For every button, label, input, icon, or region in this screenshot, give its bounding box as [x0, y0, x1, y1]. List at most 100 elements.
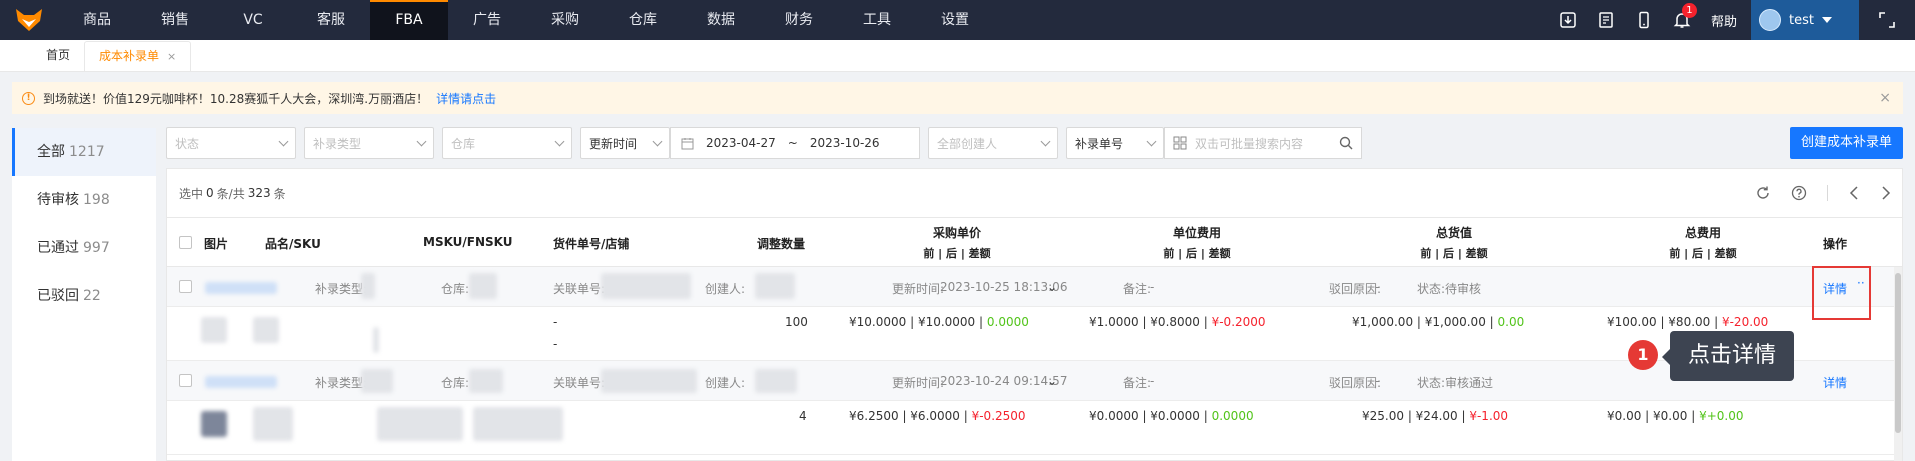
search-icon[interactable]: [1339, 136, 1353, 150]
nav-item-vc[interactable]: VC: [214, 0, 292, 40]
time-field-select[interactable]: 更新时间: [580, 127, 670, 159]
sidebar-item-pending[interactable]: 待审核 198: [12, 176, 156, 224]
tab-cost-supplement[interactable]: 成本补录单 ×: [84, 41, 192, 71]
notice-link[interactable]: 详情请点击: [436, 90, 496, 107]
status-badge: 待审核: [1445, 282, 1482, 296]
record-group-header: 补录类型: 仓库: 关联单号: 创建人: 更新时间: 2023-10-25 18…: [167, 267, 1902, 307]
creator-select[interactable]: 全部创建人: [928, 127, 1058, 159]
notice-text: 到场就送！价值129元咖啡杯！10.28赛狐千人大会，深圳湾.万丽酒店！: [43, 91, 429, 106]
nav-item-tools[interactable]: 工具: [838, 0, 916, 40]
task-list-icon[interactable]: [1587, 0, 1625, 40]
col-total-value: 总货值前 | 后 | 差额: [1354, 224, 1554, 261]
product-image: [201, 317, 227, 343]
help-circle-icon[interactable]: [1791, 185, 1807, 201]
chevron-down-icon[interactable]: ⌄: [1047, 374, 1057, 388]
nav-item-data[interactable]: 数据: [682, 0, 760, 40]
unit-cost-values: ¥1.0000 | ¥0.8000 | ¥-0.2000: [1089, 315, 1266, 329]
chevron-right-icon[interactable]: [1880, 186, 1892, 200]
warehouse-select[interactable]: 仓库: [442, 127, 572, 159]
sidebar-item-rejected[interactable]: 已驳回 22: [12, 272, 156, 320]
batch-grid-icon[interactable]: [1173, 136, 1187, 150]
nav-item-service[interactable]: 客服: [292, 0, 370, 40]
scrollbar-thumb[interactable]: [1895, 273, 1901, 433]
cost-after: ¥0.00: [1653, 409, 1688, 423]
user-menu[interactable]: test: [1751, 0, 1859, 40]
note-value: -: [1150, 374, 1155, 388]
store-value: -: [553, 337, 558, 351]
nav-item-finance[interactable]: 财务: [760, 0, 838, 40]
adjust-qty: 100: [785, 315, 808, 329]
nav-item-purchase[interactable]: 采购: [526, 0, 604, 40]
mobile-icon[interactable]: [1625, 0, 1663, 40]
refresh-icon[interactable]: [1755, 185, 1771, 201]
redacted-value: [755, 273, 795, 299]
sidebar-item-label: 待审核: [37, 192, 79, 208]
sidebar-item-label: 已通过: [37, 240, 79, 256]
help-link[interactable]: 帮助: [1701, 11, 1751, 30]
nav-item-settings[interactable]: 设置: [916, 0, 994, 40]
create-cost-supplement-button[interactable]: 创建成本补录单: [1790, 127, 1903, 159]
nav-item-ads[interactable]: 广告: [448, 0, 526, 40]
unit-before: ¥1.0000: [1089, 315, 1139, 329]
note-value: -: [1150, 280, 1155, 294]
search-field-value: 补录单号: [1075, 136, 1124, 151]
unit-before: ¥0.0000: [1089, 409, 1139, 423]
type-select[interactable]: 补录类型: [304, 127, 434, 159]
ref-label: 关联单号:: [553, 282, 606, 296]
fox-logo-icon[interactable]: [0, 0, 58, 40]
date-separator: ~: [787, 136, 798, 150]
total-value-values: ¥25.00 | ¥24.00 | ¥-1.00: [1362, 409, 1509, 423]
note-label: 备注:: [1123, 376, 1152, 390]
filter-bar: 状态 补录类型 仓库 更新时间 2023-04-27 ~ 2023-10-26 …: [166, 127, 1362, 159]
purchase-after: ¥6.0000: [910, 409, 960, 423]
top-nav: 商品 销售 VC 客服 FBA 广告 采购 仓库 数据 财务 工具 设置 1 帮…: [0, 0, 1915, 40]
close-icon[interactable]: ×: [1879, 90, 1891, 106]
type-label: 补录类型:: [315, 376, 368, 390]
col-shipment-store: 货件单号/店铺: [553, 237, 630, 251]
redacted-value: [601, 369, 697, 393]
selection-summary: 选中 0 条/共 323 条: [167, 169, 1902, 217]
bell-icon[interactable]: 1: [1663, 0, 1701, 40]
status-badge: 审核通过: [1445, 376, 1494, 390]
vertical-scrollbar[interactable]: [1894, 267, 1902, 461]
total-cost-values: ¥0.00 | ¥0.00 | ¥+0.00: [1607, 409, 1744, 423]
chevron-left-icon[interactable]: [1848, 186, 1860, 200]
row-checkbox[interactable]: [179, 280, 192, 293]
col-actions: 操作: [1823, 237, 1848, 251]
search-input[interactable]: 双击可批量搜索内容: [1164, 127, 1362, 159]
chevron-down-icon: [416, 136, 427, 146]
nav-item-warehouse[interactable]: 仓库: [604, 0, 682, 40]
close-icon[interactable]: ×: [167, 50, 176, 63]
status-select[interactable]: 状态: [166, 127, 296, 159]
purchase-diff: ¥-0.2500: [971, 409, 1026, 423]
download-icon[interactable]: [1549, 0, 1587, 40]
user-name: test: [1789, 12, 1814, 28]
note-label: 备注:: [1123, 282, 1152, 296]
nav-item-sales[interactable]: 销售: [136, 0, 214, 40]
nav-item-products[interactable]: 商品: [58, 0, 136, 40]
warehouse-label: 仓库:: [441, 282, 470, 296]
sidebar-item-all[interactable]: 全部 1217: [12, 128, 156, 176]
nav-item-fba[interactable]: FBA: [370, 0, 448, 40]
purchase-before: ¥6.2500: [849, 409, 899, 423]
search-field-select[interactable]: 补录单号: [1066, 127, 1164, 159]
cost-before: ¥100.00: [1607, 315, 1657, 329]
date-start: 2023-04-27: [706, 136, 776, 150]
chevron-down-icon: [278, 136, 289, 146]
total-cost-values: ¥100.00 | ¥80.00 | ¥-20.00: [1607, 315, 1769, 329]
sidebar-item-approved[interactable]: 已通过 997: [12, 224, 156, 272]
tab-home[interactable]: 首页: [32, 41, 84, 71]
chevron-down-icon: [1040, 136, 1051, 146]
cost-after: ¥80.00: [1668, 315, 1711, 329]
sidebar-item-count: 22: [83, 288, 101, 304]
detail-link[interactable]: 详情: [1823, 374, 1847, 391]
date-range-picker[interactable]: 2023-04-27 ~ 2023-10-26: [670, 127, 920, 159]
warehouse-label: 仓库:: [441, 376, 470, 390]
purchase-diff: 0.0000: [986, 315, 1029, 329]
sidebar-item-count: 1217: [69, 144, 105, 160]
chevron-down-icon[interactable]: ⌄: [1047, 280, 1057, 294]
row-checkbox[interactable]: [179, 374, 192, 387]
select-all-checkbox[interactable]: [179, 236, 192, 249]
fullscreen-icon[interactable]: [1859, 0, 1915, 40]
redacted-value: [601, 273, 691, 299]
